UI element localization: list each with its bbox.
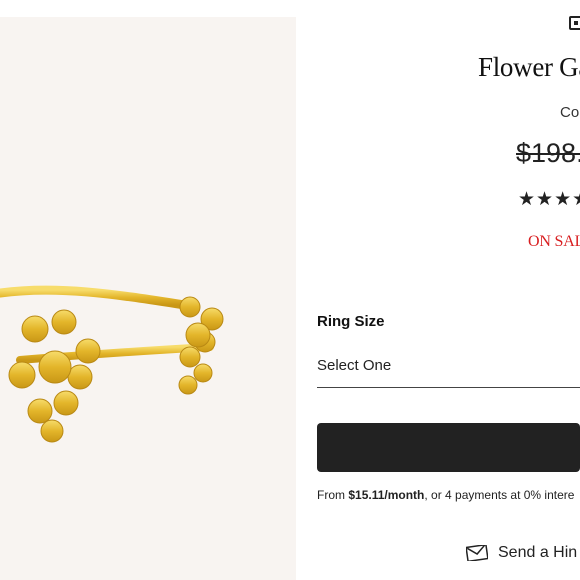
envelope-icon [466,545,488,561]
installment-info: From $15.11/month, or 4 payments at 0% i… [317,488,574,502]
rating-stars[interactable]: ★★★★ [518,188,580,211]
send-hint-link[interactable]: Send a Hin [466,544,577,570]
product-details: Flower Ga Co $198. ★★★★ ON SAL Ring Size… [296,0,580,580]
send-hint-label: Send a Hin [498,544,578,561]
installment-amount: $15.11/month [348,488,425,502]
installment-suffix: , or 4 payments at 0% intere [424,488,575,502]
share-icon[interactable] [569,16,580,30]
sale-badge: ON SAL [528,233,580,250]
ring-size-label: Ring Size [317,313,385,330]
original-price: $198. [516,138,580,168]
ring-size-select[interactable]: Select One [317,352,580,388]
ring-size-value: Select One [317,357,392,374]
product-title: Flower Ga [478,52,580,82]
add-to-bag-button[interactable] [317,423,580,472]
product-subtitle: Co [560,104,580,121]
ring-illustration [0,285,224,443]
product-image[interactable] [0,17,296,580]
installment-prefix: From [317,488,349,502]
